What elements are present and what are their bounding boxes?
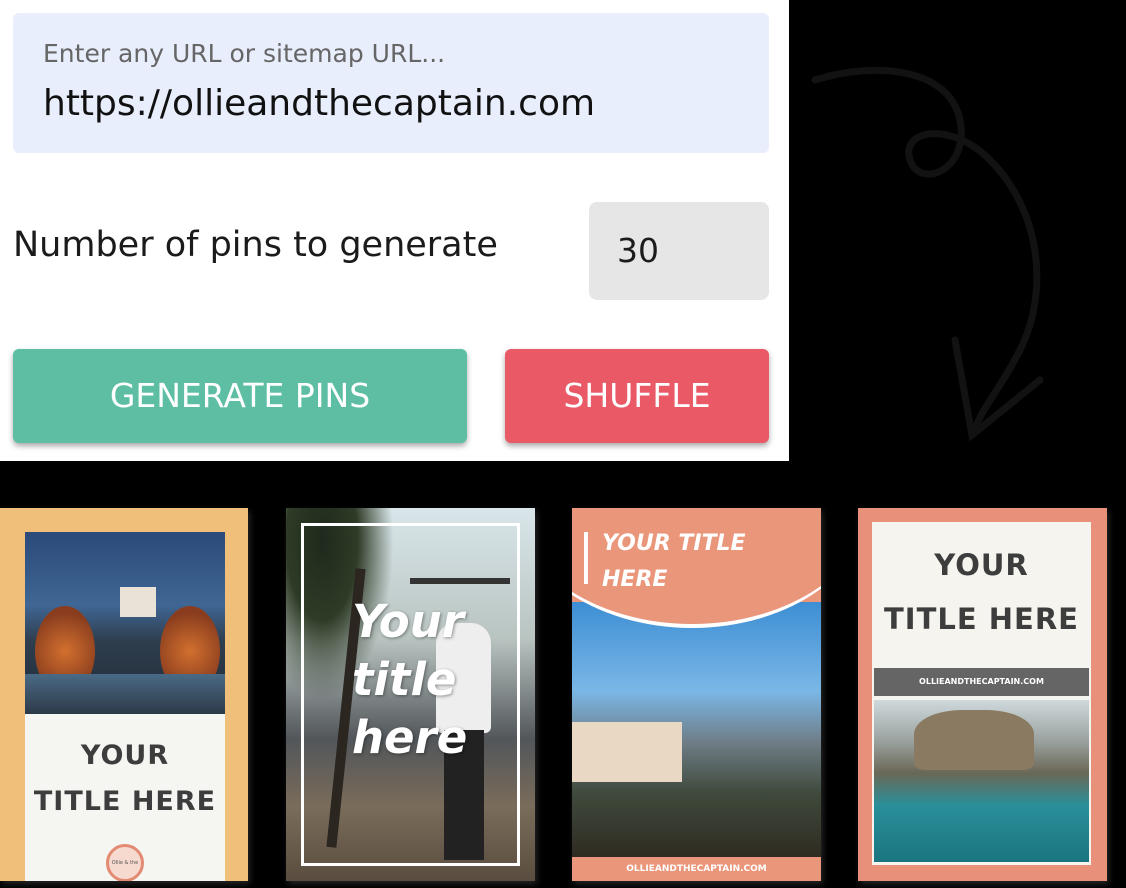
- pin-title-line: title: [352, 653, 457, 706]
- pin-title: YOUR TITLE HERE: [25, 733, 225, 825]
- pin-template-card[interactable]: Your title here: [286, 508, 535, 881]
- pins-count-label: Number of pins to generate: [13, 225, 498, 265]
- pin-title-line: Your: [352, 595, 464, 648]
- pin-title: YOUR TITLE HERE: [872, 538, 1091, 646]
- pin-title-line: here: [352, 711, 468, 764]
- url-input-box[interactable]: Enter any URL or sitemap URL...: [13, 13, 769, 153]
- pin-photo: [874, 700, 1089, 862]
- pin-title-line: TITLE HERE: [33, 786, 217, 817]
- house: [120, 587, 156, 617]
- url-placeholder: Enter any URL or sitemap URL...: [43, 39, 446, 68]
- pin-title-line: YOUR TITLE: [602, 531, 746, 556]
- pin-title-line: YOUR: [934, 548, 1029, 582]
- pin-domain: OLLIEANDTHECAPTAIN.COM: [626, 864, 767, 874]
- pin-title: Your title here: [352, 593, 467, 767]
- pin-photo: [25, 532, 225, 714]
- pin-template-card[interactable]: YOUR TITLE HERE OLLIEANDTHECAPTAIN.COM: [858, 508, 1107, 881]
- pin-generator-panel: Enter any URL or sitemap URL... Number o…: [0, 0, 789, 461]
- pin-template-card[interactable]: YOUR TITLE HERE Ollie & the Captain: [0, 508, 248, 881]
- buildings: [572, 722, 682, 782]
- curved-arrow-icon: [811, 66, 1044, 442]
- pin-photo: [572, 602, 821, 857]
- pin-domain: OLLIEANDTHECAPTAIN.COM: [874, 668, 1089, 696]
- pin-title-line: TITLE HERE: [884, 602, 1079, 636]
- pin-title-line: HERE: [602, 567, 668, 592]
- accent-line: [584, 532, 588, 584]
- river: [25, 674, 225, 714]
- url-input[interactable]: [43, 83, 743, 124]
- brand-logo: Ollie & the Captain: [106, 844, 144, 881]
- pin-template-card[interactable]: YOUR TITLE HERE OLLIEANDTHECAPTAIN.COM: [572, 508, 821, 881]
- generate-pins-button[interactable]: GENERATE PINS: [13, 349, 467, 443]
- pin-title: YOUR TITLE HERE: [602, 526, 746, 598]
- shuffle-button[interactable]: SHUFFLE: [505, 349, 769, 443]
- cliff: [914, 710, 1034, 770]
- pin-title-line: YOUR: [80, 740, 170, 771]
- pins-count-input[interactable]: 30: [589, 202, 769, 300]
